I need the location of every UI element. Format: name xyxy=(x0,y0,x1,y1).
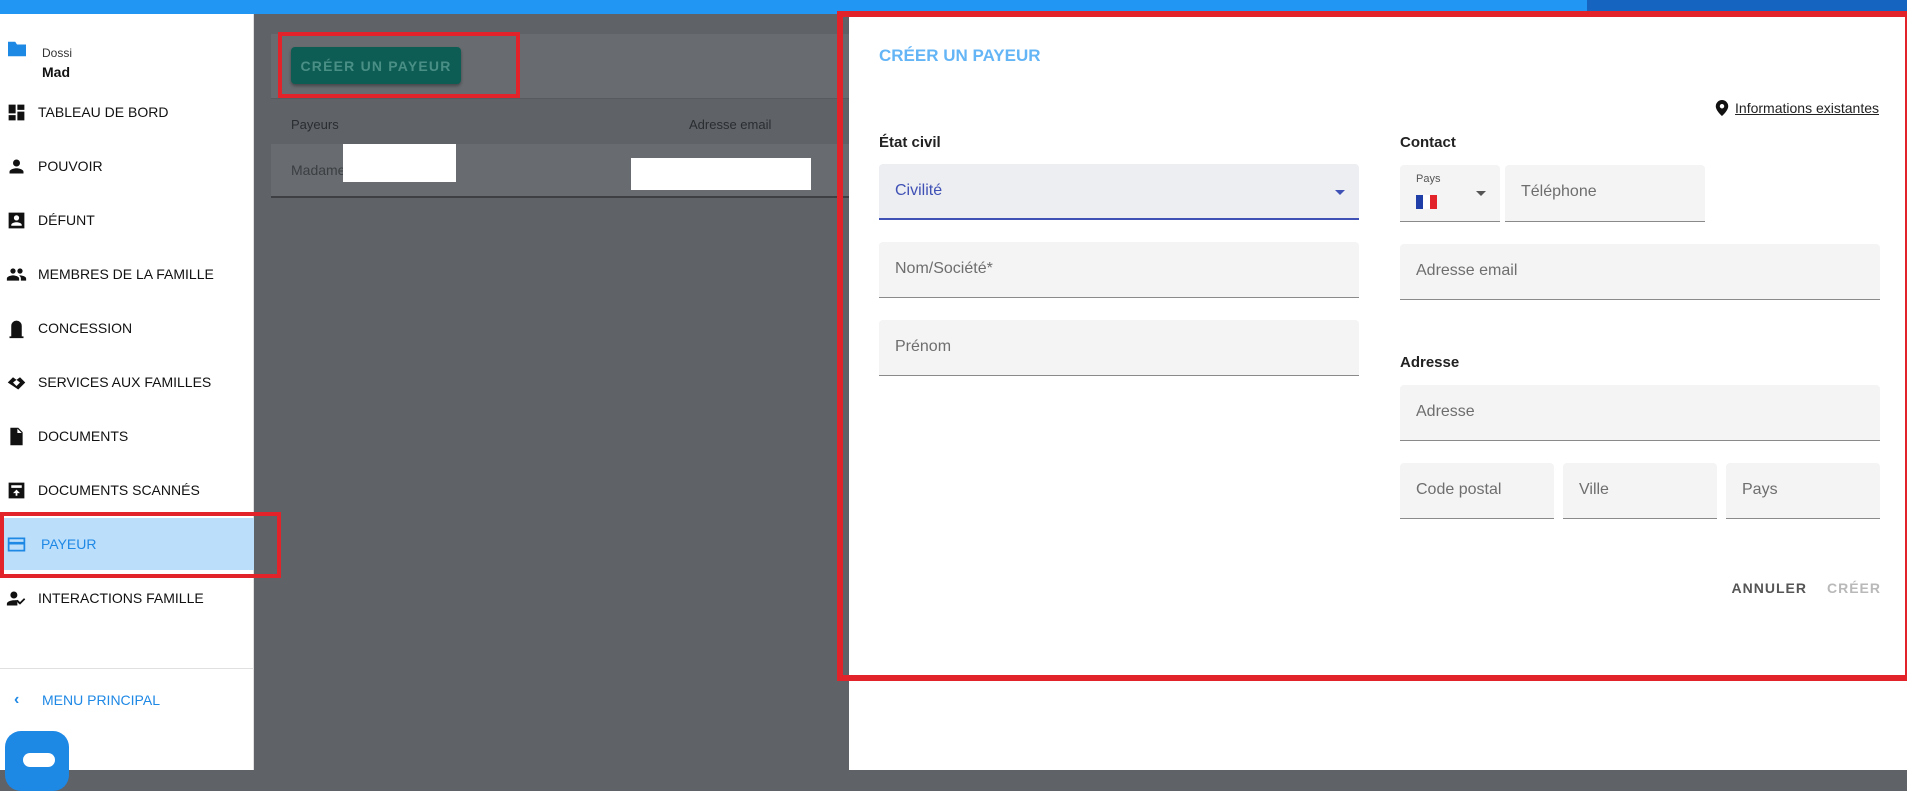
column-header-payeurs: Payeurs xyxy=(291,117,339,132)
sidebar-item-pouvoir[interactable]: POUVOIR xyxy=(0,140,254,192)
create-button[interactable]: CRÉER xyxy=(1827,580,1881,596)
phone-country-select[interactable]: Pays xyxy=(1400,165,1500,222)
column-header-email: Adresse email xyxy=(689,117,772,132)
tombstone-icon xyxy=(0,318,38,339)
credit-card-icon xyxy=(0,534,38,555)
main-content: Payeurs Adresse email Madame xyxy=(255,14,849,770)
prenom-field[interactable]: Prénom xyxy=(879,320,1359,376)
sidebar-item-label: DOCUMENTS xyxy=(38,428,129,444)
prenom-label: Prénom xyxy=(895,338,952,355)
sidebar-item-label: POUVOIR xyxy=(38,158,103,174)
sidebar-divider xyxy=(0,668,254,669)
cancel-button[interactable]: ANNULER xyxy=(1732,580,1807,596)
existing-info-label: Informations existantes xyxy=(1735,100,1879,116)
ville-field[interactable]: Ville xyxy=(1563,463,1717,519)
ville-label: Ville xyxy=(1579,481,1609,498)
email-label: Adresse email xyxy=(1416,262,1518,279)
sidebar-item-label: DOCUMENTS SCANNÉS xyxy=(38,482,200,498)
chat-icon xyxy=(23,753,55,767)
dropdown-arrow-icon xyxy=(1476,191,1486,196)
folder-icon xyxy=(8,41,26,57)
chevron-left-icon: ‹ xyxy=(14,691,20,708)
telephone-label: Téléphone xyxy=(1521,183,1597,200)
contact-title: Contact xyxy=(1400,134,1456,151)
redacted-email xyxy=(631,158,811,190)
telephone-field[interactable]: Téléphone xyxy=(1505,165,1705,222)
dashboard-icon xyxy=(0,102,38,123)
menu-principal-label: MENU PRINCIPAL xyxy=(42,692,160,708)
handshake-icon xyxy=(0,372,38,393)
sidebar: Dossi Mad TABLEAU DE BORD POUVOIR DÉFUNT… xyxy=(0,14,254,770)
civilite-label: Civilité xyxy=(895,182,943,199)
pays-label: Pays xyxy=(1742,481,1778,498)
pays-field[interactable]: Pays xyxy=(1726,463,1880,519)
location-pin-icon xyxy=(1715,100,1729,116)
create-payeur-dialog: CRÉER UN PAYEUR Informations existantes … xyxy=(849,14,1907,770)
sidebar-item-label: INTERACTIONS FAMILLE xyxy=(38,590,204,606)
people-icon xyxy=(0,264,38,285)
civilite-select[interactable]: Civilité xyxy=(879,164,1359,220)
sidebar-item-defunt[interactable]: DÉFUNT xyxy=(0,194,254,246)
etat-civil-title: État civil xyxy=(879,134,941,151)
nom-societe-label: Nom/Société* xyxy=(895,260,993,277)
sidebar-item-membres-famille[interactable]: MEMBRES DE LA FAMILLE xyxy=(0,248,254,300)
table-header: Payeurs Adresse email xyxy=(271,98,849,144)
sidebar-item-label: PAYEUR xyxy=(41,536,97,552)
dialog-actions: ANNULER CRÉER xyxy=(1732,580,1881,596)
chat-widget-button[interactable] xyxy=(5,731,69,791)
phone-country-label: Pays xyxy=(1416,173,1441,185)
sidebar-item-concession[interactable]: CONCESSION xyxy=(0,302,254,354)
sidebar-item-label: MEMBRES DE LA FAMILLE xyxy=(38,266,214,282)
france-flag-icon xyxy=(1416,195,1437,209)
dossier-header[interactable]: Dossi Mad xyxy=(0,30,254,80)
contact-card-icon xyxy=(0,210,38,231)
nom-societe-field[interactable]: Nom/Société* xyxy=(879,242,1359,298)
scanned-document-icon xyxy=(0,480,38,501)
adresse-label: Adresse xyxy=(1416,403,1475,420)
document-icon xyxy=(0,426,38,447)
sidebar-item-label: DÉFUNT xyxy=(38,212,95,228)
existing-info-link[interactable]: Informations existantes xyxy=(1715,100,1879,116)
redacted-name xyxy=(343,144,456,182)
code-postal-label: Code postal xyxy=(1416,481,1502,498)
sidebar-item-label: CONCESSION xyxy=(38,320,133,336)
adresse-field[interactable]: Adresse xyxy=(1400,385,1880,441)
sidebar-item-services-familles[interactable]: SERVICES AUX FAMILLES xyxy=(0,356,254,408)
payeur-name-cell: Madame xyxy=(291,162,346,178)
sidebar-item-tableau-de-bord[interactable]: TABLEAU DE BORD xyxy=(0,86,254,138)
person-icon xyxy=(0,156,38,177)
create-payeur-button[interactable]: CRÉER UN PAYEUR xyxy=(291,47,461,84)
email-field[interactable]: Adresse email xyxy=(1400,244,1880,300)
menu-principal-link[interactable]: ‹ MENU PRINCIPAL xyxy=(0,684,254,716)
sidebar-item-label: SERVICES AUX FAMILLES xyxy=(38,374,212,390)
dialog-title: CRÉER UN PAYEUR xyxy=(879,46,1041,65)
dossier-name: Mad xyxy=(42,64,70,80)
code-postal-field[interactable]: Code postal xyxy=(1400,463,1554,519)
dossier-label: Dossi xyxy=(42,46,73,60)
dropdown-arrow-icon xyxy=(1335,190,1345,195)
sidebar-item-documents[interactable]: DOCUMENTS xyxy=(0,410,254,462)
sidebar-item-interactions-famille[interactable]: INTERACTIONS FAMILLE xyxy=(0,572,254,624)
sidebar-item-payeur[interactable]: PAYEUR xyxy=(0,518,254,570)
top-app-bar-accent xyxy=(1587,0,1907,14)
person-interaction-icon xyxy=(0,588,38,609)
sidebar-item-documents-scannes[interactable]: DOCUMENTS SCANNÉS xyxy=(0,464,254,516)
sidebar-item-label: TABLEAU DE BORD xyxy=(38,104,169,120)
adresse-title: Adresse xyxy=(1400,354,1460,371)
